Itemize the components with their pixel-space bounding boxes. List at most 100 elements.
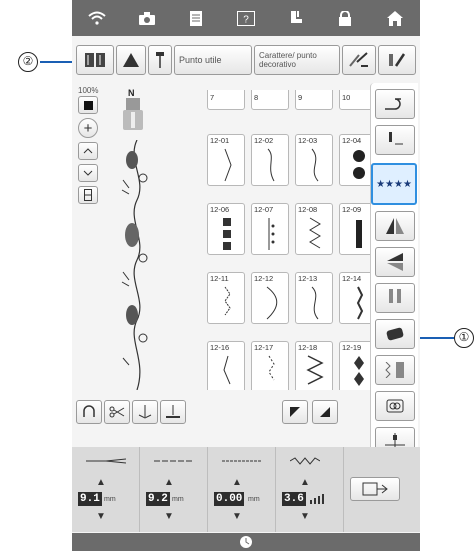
density-button[interactable] xyxy=(375,355,415,385)
wifi-icon[interactable] xyxy=(83,4,111,32)
offset-setting: ▲ 0.00 mm ▼ xyxy=(208,447,276,532)
width-down-button[interactable]: ▼ xyxy=(96,511,106,522)
stitch-code: 12-06 xyxy=(210,205,230,214)
needle-button[interactable] xyxy=(148,45,172,75)
link-icon xyxy=(386,399,404,413)
triangle-button[interactable] xyxy=(116,45,146,75)
stitch-code: 12-09 xyxy=(342,205,362,214)
twin-needle-button[interactable] xyxy=(375,283,415,313)
scroll-down-button[interactable] xyxy=(78,164,98,182)
length-down-button[interactable]: ▼ xyxy=(164,511,174,522)
length-up-button[interactable]: ▲ xyxy=(164,477,174,488)
presser-down-button[interactable] xyxy=(160,400,186,424)
settings-button[interactable] xyxy=(378,45,416,75)
home-icon[interactable] xyxy=(381,4,409,32)
stitch-code: 12-12 xyxy=(254,274,274,283)
settings-panel: ▲ 9.1 mm ▼ ▲ 9.2 mm ▼ ▲ 0.00 mm ▼ ▲ 3.6 … xyxy=(72,447,420,532)
density-value: 3.6 xyxy=(282,492,306,506)
thread-cutter-button[interactable] xyxy=(375,89,415,119)
length-setting: ▲ 9.2 mm ▼ xyxy=(140,447,208,532)
frame-icon xyxy=(84,189,92,201)
link-button[interactable] xyxy=(375,391,415,421)
offset-icon xyxy=(222,460,262,462)
zoom-in-button[interactable]: + xyxy=(78,118,98,138)
stitch-cell-12-12[interactable]: 12-12 xyxy=(251,272,289,324)
width-value: 9.1 xyxy=(78,492,102,506)
stitch-cell-12-08[interactable]: 12-08 xyxy=(295,203,333,255)
plus-icon: + xyxy=(83,119,93,137)
length-icon xyxy=(154,460,194,462)
stitch-cell-12-01[interactable]: 12-01 xyxy=(207,134,245,186)
memory-button[interactable] xyxy=(350,477,400,501)
edit-pattern-icon xyxy=(349,52,368,67)
stitch-icon xyxy=(266,286,278,320)
width-up-button[interactable]: ▲ xyxy=(96,477,106,488)
stitch-cell-12-03[interactable]: 12-03 xyxy=(295,134,333,186)
memory-save-icon xyxy=(362,482,388,496)
zigzag-icon xyxy=(290,457,320,465)
favorites-button[interactable]: ★★★★ xyxy=(371,163,417,205)
document-icon[interactable] xyxy=(182,4,210,32)
stitch-density-icon xyxy=(385,362,404,378)
stitch-code: 12-18 xyxy=(298,343,318,352)
stitch-cell-12-18[interactable]: 12-18 xyxy=(295,341,333,390)
cut-button[interactable] xyxy=(104,400,130,424)
offset-down-button[interactable]: ▼ xyxy=(232,511,242,522)
stitch-cell[interactable]: 7 xyxy=(207,90,245,110)
width-icon xyxy=(86,458,126,464)
reverse-button[interactable] xyxy=(76,400,102,424)
svg-text:?: ? xyxy=(243,14,249,25)
callout-1-line xyxy=(414,337,454,339)
stitch-cell-12-11[interactable]: 12-11 xyxy=(207,272,245,324)
chevron-down-icon xyxy=(83,170,93,176)
mirror-button[interactable] xyxy=(375,211,415,241)
scroll-up-button[interactable] xyxy=(78,142,98,160)
stitch-code: 8 xyxy=(254,93,259,102)
black-square-button[interactable] xyxy=(78,96,98,114)
stitch-cell-12-02[interactable]: 12-02 xyxy=(251,134,289,186)
stitch-code: 10 xyxy=(342,93,351,102)
pattern-frame-button[interactable] xyxy=(78,186,98,204)
density-down-button[interactable]: ▼ xyxy=(300,511,310,522)
lock-icon[interactable] xyxy=(331,4,359,32)
help-icon[interactable]: ? xyxy=(232,4,260,32)
clock-icon[interactable] xyxy=(239,535,253,549)
needle-up-button[interactable] xyxy=(132,400,158,424)
stitch-cell-12-07[interactable]: 12-07 xyxy=(251,203,289,255)
pattern-select-button[interactable] xyxy=(76,45,114,75)
stitch-cell-12-17[interactable]: 12-17 xyxy=(251,341,289,390)
stars-label: ★★★★ xyxy=(376,178,412,190)
stitch-cell-12-16[interactable]: 12-16 xyxy=(207,341,245,390)
length-unit: mm xyxy=(172,496,184,503)
category-label: Carattere/ punto decorativo xyxy=(259,51,317,69)
offset-up-button[interactable]: ▲ xyxy=(232,477,242,488)
offset-value: 0.00 xyxy=(214,492,245,506)
eraser-button[interactable] xyxy=(375,319,415,349)
arrow-down-right-icon xyxy=(320,407,330,417)
stitch-cell-12-13[interactable]: 12-13 xyxy=(295,272,333,324)
edit-button[interactable] xyxy=(342,45,376,75)
stitch-cell[interactable]: 9 xyxy=(295,90,333,110)
needle-icon xyxy=(156,52,164,68)
stitch-cell-12-06[interactable]: 12-06 xyxy=(207,203,245,255)
stitch-cell[interactable]: 8 xyxy=(251,90,289,110)
presser-foot-icon[interactable] xyxy=(282,4,310,32)
presser-foot-icon xyxy=(123,98,143,130)
stitch-icon xyxy=(223,218,231,250)
stitch-icon xyxy=(306,355,324,385)
callout-1: ① xyxy=(454,328,474,348)
offset-unit: mm xyxy=(248,496,260,503)
stitch-code: 12-16 xyxy=(210,343,230,352)
move-down-right-button[interactable] xyxy=(312,400,338,424)
right-tool-column: ★★★★ xyxy=(370,83,418,471)
density-setting: ▲ 3.6 ▼ xyxy=(276,447,344,532)
camera-icon[interactable] xyxy=(133,4,161,32)
scissors-icon xyxy=(109,406,125,418)
stitch-code: 12-17 xyxy=(254,343,274,352)
zoom-level: 100% xyxy=(78,86,99,95)
needle-position-button[interactable] xyxy=(375,125,415,155)
density-up-button[interactable]: ▲ xyxy=(300,477,310,488)
move-up-left-button[interactable] xyxy=(282,400,308,424)
stitch-icon xyxy=(268,355,275,381)
flip-button[interactable] xyxy=(375,247,415,277)
